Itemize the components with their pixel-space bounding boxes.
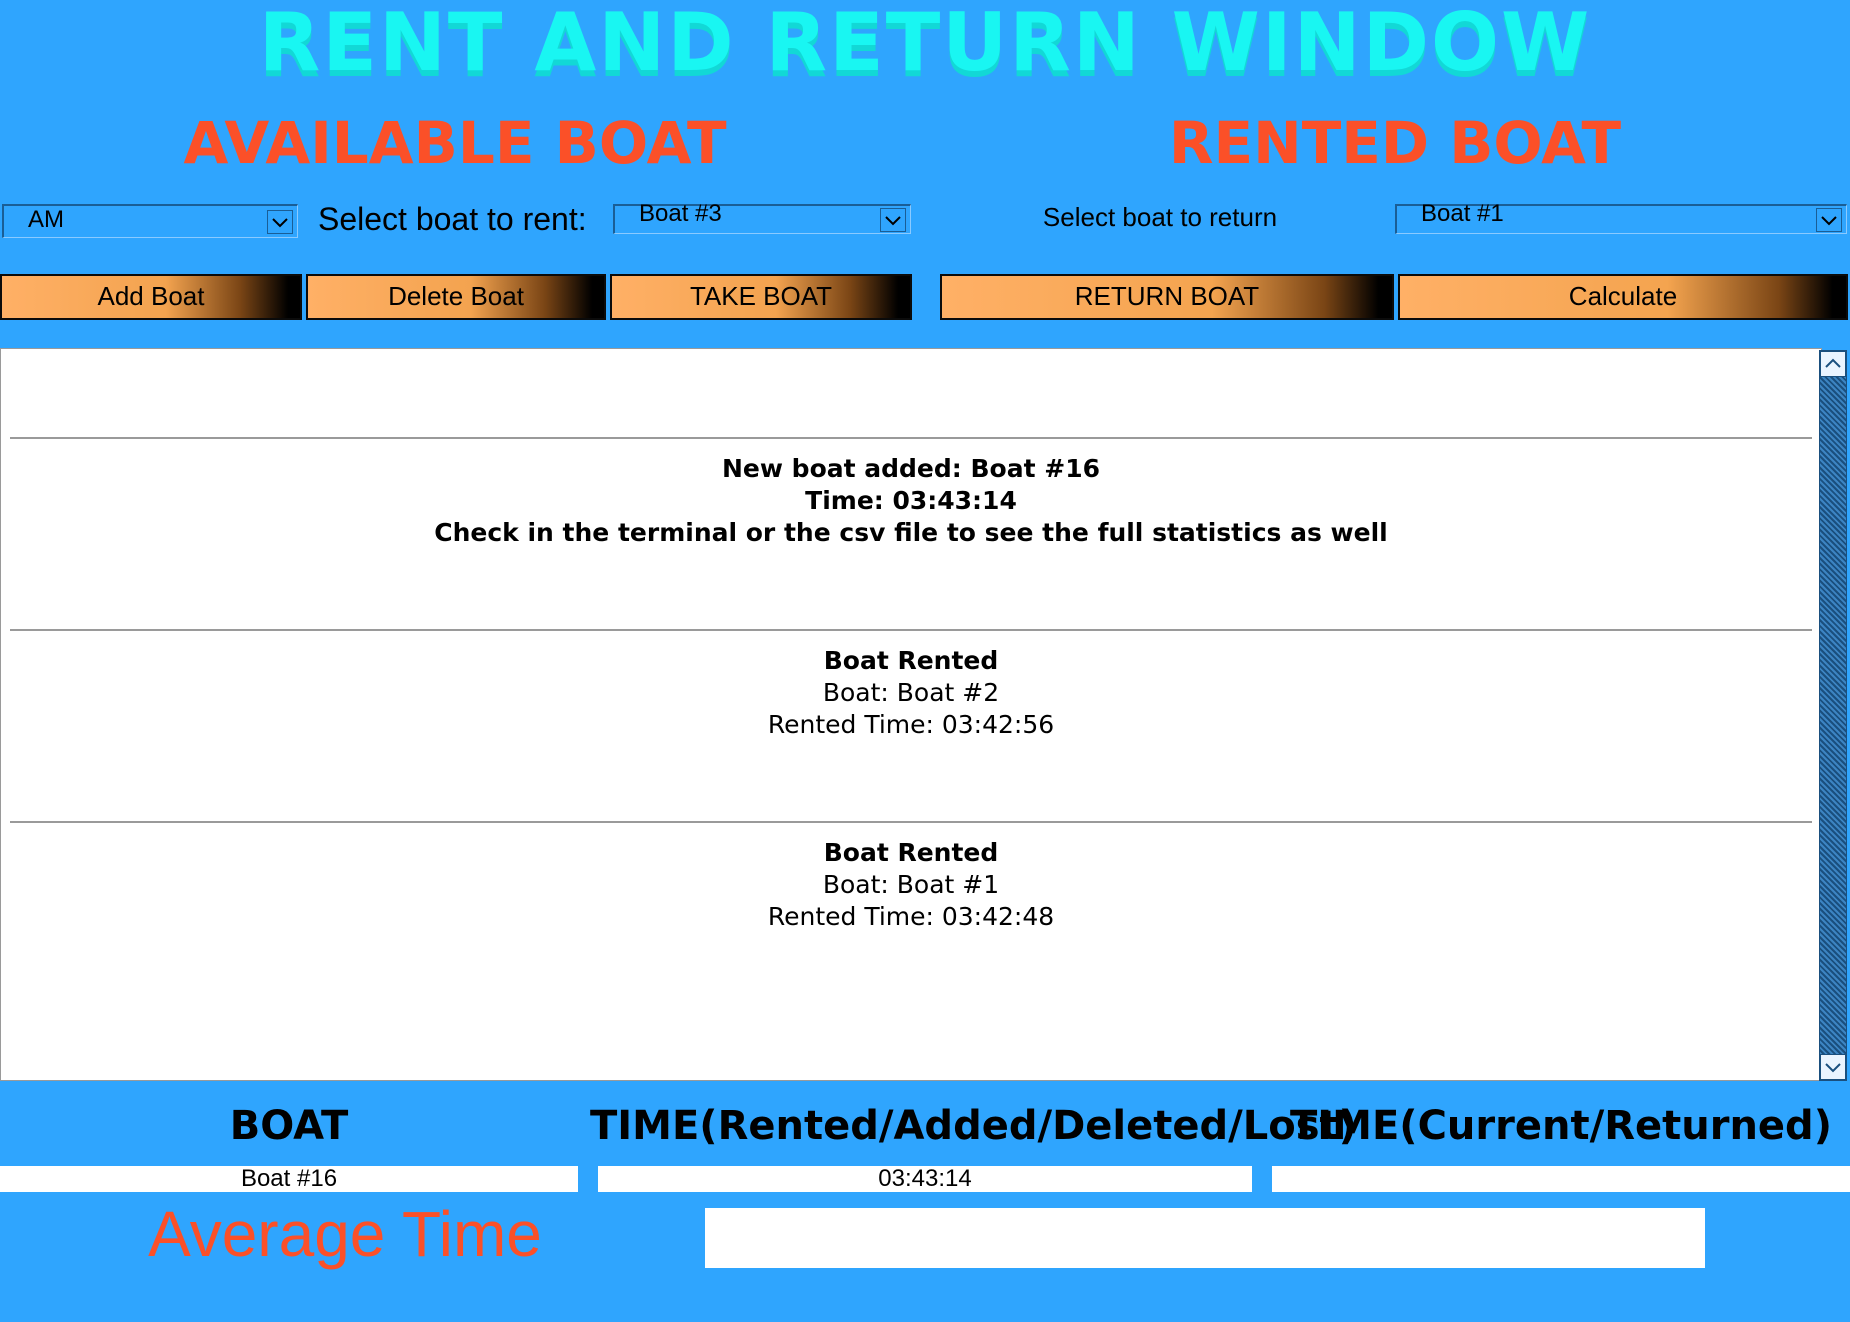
chevron-down-icon[interactable] (880, 208, 906, 232)
log-entry: Boat Rented Boat: Boat #1 Rented Time: 0… (10, 821, 1812, 1021)
log-entry-title: New boat added: Boat #16 (722, 454, 1100, 483)
time-returned-cell[interactable] (1272, 1166, 1850, 1192)
scroll-down-button[interactable] (1820, 1054, 1846, 1080)
return-boat-button[interactable]: RETURN BOAT (940, 274, 1394, 320)
rent-boat-select[interactable]: Boat #3 (613, 200, 911, 234)
return-select-label: Select boat to return (1042, 202, 1278, 232)
log-entry-line: Rented Time: 03:42:56 (767, 710, 1055, 739)
log-entry-title: Boat Rented (823, 838, 999, 867)
chevron-down-icon[interactable] (267, 210, 293, 234)
return-boat-select-value: Boat #1 (1421, 200, 1504, 227)
log-panel[interactable]: New boat added: Boat #16 Time: 03:43:14 … (0, 348, 1822, 1081)
average-time-field[interactable] (705, 1208, 1705, 1268)
period-select[interactable]: AM (2, 204, 298, 238)
log-entry-line: Boat: Boat #2 (822, 678, 1000, 707)
period-select-value: AM (28, 206, 64, 233)
boat-cell[interactable]: Boat #16 (0, 1166, 578, 1192)
scroll-up-button[interactable] (1820, 351, 1846, 377)
log-entry-line: Rented Time: 03:42:48 (767, 902, 1055, 931)
available-boat-heading: AVAILABLE BOAT (183, 109, 727, 177)
log-entry: New boat added: Boat #16 Time: 03:43:14 … (10, 437, 1812, 629)
log-entry-line: Check in the terminal or the csv file to… (434, 518, 1388, 547)
log-entry-line: Boat: Boat #1 (822, 870, 1000, 899)
column-header-boat: BOAT (229, 1103, 349, 1149)
log-entry-line: Time: 03:43:14 (805, 486, 1017, 515)
time-rented-cell[interactable]: 03:43:14 (598, 1166, 1252, 1192)
rent-select-label: Select boat to rent: (318, 201, 587, 237)
column-header-time-rented: TIME(Rented/Added/Deleted/Lost) (590, 1103, 1357, 1149)
log-scrollbar[interactable] (1819, 350, 1847, 1081)
log-entry: Boat Rented Boat: Boat #2 Rented Time: 0… (10, 629, 1812, 821)
calculate-button[interactable]: Calculate (1398, 274, 1848, 320)
column-header-time-returned: TIME(Current/Returned) (1290, 1103, 1832, 1149)
chevron-up-icon (1825, 358, 1841, 368)
rent-boat-select-value: Boat #3 (639, 200, 722, 227)
average-time-label: Average Time (148, 1198, 542, 1270)
chevron-down-icon[interactable] (1816, 208, 1842, 232)
chevron-down-icon (1825, 1063, 1841, 1073)
take-boat-button[interactable]: TAKE BOAT (610, 274, 912, 320)
log-entry-title: Boat Rented (823, 646, 999, 675)
delete-boat-button[interactable]: Delete Boat (306, 274, 606, 320)
add-boat-button[interactable]: Add Boat (0, 274, 302, 320)
rented-boat-heading: RENTED BOAT (1168, 109, 1622, 177)
window-title: RENT AND RETURN WINDOW (258, 0, 1592, 89)
return-boat-select[interactable]: Boat #1 (1395, 200, 1847, 234)
